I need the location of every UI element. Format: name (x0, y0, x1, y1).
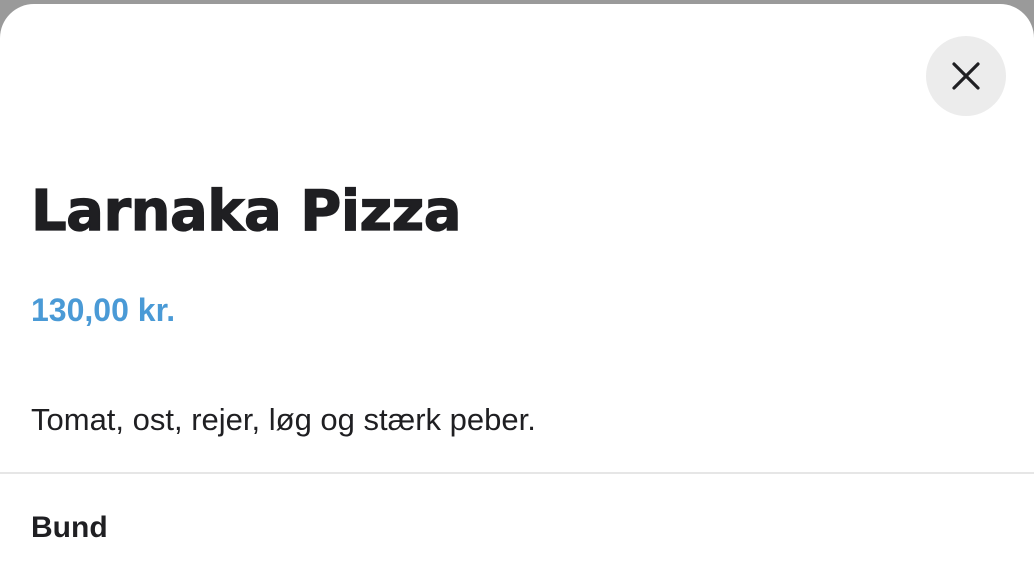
product-price: 130,00 kr. (31, 292, 176, 328)
section-label-bund: Bund (31, 511, 108, 544)
close-button[interactable] (926, 36, 1006, 116)
product-title: Larnaka Pizza (30, 179, 462, 244)
close-icon (952, 62, 980, 90)
product-sheet: Larnaka Pizza 130,00 kr. Tomat, ost, rej… (0, 4, 1034, 580)
product-description: Tomat, ost, rejer, løg og stærk peber. (31, 402, 536, 437)
divider (0, 472, 1034, 474)
